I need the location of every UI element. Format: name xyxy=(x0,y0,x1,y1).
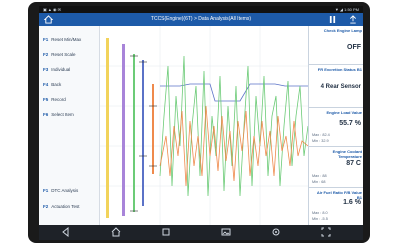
values-panel: Check Engine Lamp OFF FR Excretion Statu… xyxy=(308,26,363,225)
status-icons-left: ▣ ▲ ◉ ✉ xyxy=(43,7,61,12)
card-check-engine-lamp[interactable]: Check Engine Lamp OFF xyxy=(309,26,363,65)
sidebar-item-record[interactable]: F5 Record xyxy=(43,97,66,102)
live-data-graph[interactable] xyxy=(100,26,309,225)
nav-back-icon[interactable] xyxy=(61,227,71,237)
nav-home-icon[interactable] xyxy=(111,227,121,237)
card-value: 87 C xyxy=(346,160,361,167)
card-value: OFF xyxy=(347,44,361,51)
android-nav-bar xyxy=(39,225,363,240)
card-title: Check Engine Lamp xyxy=(323,28,362,33)
card-min: Min : 32.9 xyxy=(312,139,329,143)
nav-recent-icon[interactable] xyxy=(161,227,171,237)
status-icons-right: ▼ ◢ 1:50 PM xyxy=(334,7,359,12)
app-screen: ▣ ▲ ◉ ✉ ▼ ◢ 1:50 PM TCCS(Engine)(6T) > D… xyxy=(39,6,363,240)
scale-bar-yellow[interactable] xyxy=(106,38,109,218)
scale-bar-orange[interactable] xyxy=(152,84,154,174)
scale-bar-green[interactable] xyxy=(133,54,135,212)
card-air-fuel-ratio[interactable]: Air Fuel Ratio F/B Value B1 1.6 % Max : … xyxy=(309,188,363,225)
card-title: FR Excretion Status B1 xyxy=(317,67,362,72)
title-bar: TCCS(Engine)(6T) > Data Analysis(All Ite… xyxy=(39,13,363,26)
sidebar-item-select-item[interactable]: F6 Select Item xyxy=(43,112,74,117)
card-title: Engine Coolant Temperature xyxy=(332,149,362,159)
function-sidebar: F1 Reset Min/Max F2 Reset Scale F3 Individu… xyxy=(39,26,100,225)
card-value: 1.6 % xyxy=(343,199,361,206)
fullscreen-icon[interactable] xyxy=(321,227,331,237)
card-max: Max : 82.4 xyxy=(312,133,330,137)
card-max: Max : 8.0 xyxy=(312,211,328,215)
graph-canvas xyxy=(100,26,309,225)
scale-bar-purple[interactable] xyxy=(122,44,125,216)
page-title: TCCS(Engine)(6T) > Data Analysis(All Ite… xyxy=(150,16,252,22)
card-title: Engine Load Value xyxy=(326,110,362,115)
card-min: Min : 68 xyxy=(312,180,326,184)
sidebar-item-back[interactable]: F4 Back xyxy=(43,82,61,87)
sidebar-item-reset-min-max[interactable]: F1 Reset Min/Max xyxy=(43,37,81,42)
card-value: 4 Rear Sensor xyxy=(320,84,361,90)
gallery-icon[interactable] xyxy=(221,227,231,237)
sidebar-item-actuation-test[interactable]: F2 Actuation Test xyxy=(43,204,79,209)
sidebar-item-reset-scale[interactable]: F2 Reset Scale xyxy=(43,52,76,57)
export-icon[interactable] xyxy=(349,15,357,24)
sidebar-item-dtc-analysis[interactable]: F1 DTC Analysis xyxy=(43,188,78,193)
card-min: Min : -5.5 xyxy=(312,217,328,221)
card-engine-coolant-temperature[interactable]: Engine Coolant Temperature 87 C Max : 88… xyxy=(309,147,363,188)
sidebar-item-individual[interactable]: F3 Individual xyxy=(43,67,70,72)
pause-icon[interactable] xyxy=(329,16,336,23)
card-value: 55.7 % xyxy=(339,120,361,127)
card-max: Max : 88 xyxy=(312,174,327,178)
gear-icon[interactable] xyxy=(271,227,281,237)
card-engine-load-value[interactable]: Engine Load Value 55.7 % Max : 82.4 Min … xyxy=(309,108,363,147)
scale-bar-blue[interactable] xyxy=(142,60,144,206)
card-fr-excretion-status[interactable]: FR Excretion Status B1 4 Rear Sensor xyxy=(309,65,363,108)
status-bar: ▣ ▲ ◉ ✉ ▼ ◢ 1:50 PM xyxy=(39,6,363,13)
